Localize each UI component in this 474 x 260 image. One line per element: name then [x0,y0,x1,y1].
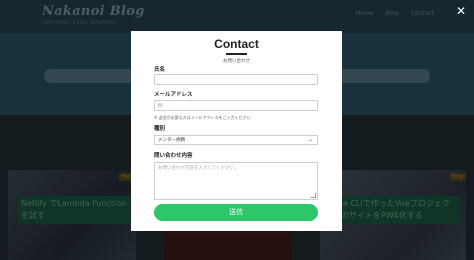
message-label: 問い合わせ内容 [154,153,193,159]
modal-subtitle: お問い合わせ [223,59,250,64]
contact-modal: Contact お問い合わせ 氏名 メールアドレス 例 ※ 返信が必要な方はメー… [131,31,342,231]
email-label: メールアドレス [154,92,193,98]
message-placeholder: お問い合わせ内容を入力してください。 [158,166,239,171]
email-hint: ※ 返信が必要な方はメールアドレスをご入力ください [154,115,251,120]
submit-button[interactable]: 送信 [154,204,318,221]
message-textarea[interactable]: お問い合わせ内容を入力してください。 [154,162,318,200]
title-underline [226,53,247,55]
chevron-down-icon: ⌄ [307,136,313,143]
modal-title: Contact [214,37,259,51]
close-icon[interactable]: ✕ [455,5,467,17]
resize-handle-icon[interactable] [311,193,316,198]
name-label: 氏名 [154,67,166,73]
type-select[interactable]: メンター依頼 ⌄ [154,135,318,145]
type-selected-value: メンター依頼 [158,138,185,143]
email-field[interactable]: 例 [154,100,318,111]
type-label: 種別 [154,126,166,132]
name-field[interactable] [154,74,318,85]
